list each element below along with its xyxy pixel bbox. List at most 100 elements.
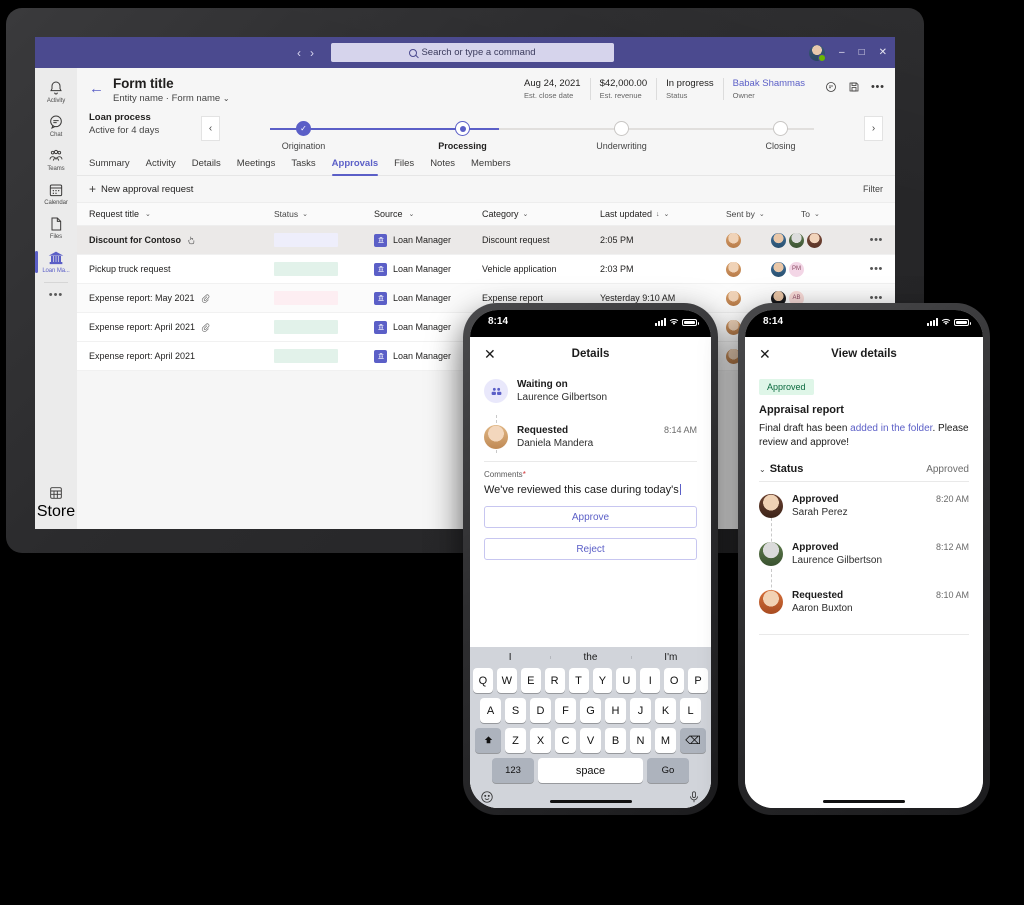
prediction-2[interactable]: the	[550, 652, 630, 663]
back-icon[interactable]: ‹	[297, 46, 301, 60]
key-x[interactable]: X	[530, 728, 551, 753]
key-c[interactable]: C	[555, 728, 576, 753]
sort-arrow-icon[interactable]: ↓	[656, 211, 660, 218]
filter-button[interactable]: Filter	[863, 184, 883, 194]
key-e[interactable]: E	[520, 668, 541, 693]
folder-link[interactable]: added in the folder	[850, 423, 932, 434]
status-section-header[interactable]: ⌄ Status Approved	[745, 449, 983, 481]
row-more-button[interactable]: •••	[870, 263, 883, 275]
key-t[interactable]: T	[568, 668, 589, 693]
go-key[interactable]: Go	[647, 758, 689, 783]
column-header-to[interactable]: To ⌄	[801, 209, 820, 219]
key-q[interactable]: Q	[472, 668, 493, 693]
reject-button[interactable]: Reject	[484, 538, 697, 560]
key-s[interactable]: S	[505, 698, 526, 723]
tab-details[interactable]: Details	[192, 158, 221, 175]
key-l[interactable]: L	[680, 698, 701, 723]
prediction-1[interactable]: I	[470, 652, 550, 663]
stepper-next-button[interactable]: ›	[864, 116, 883, 141]
key-v[interactable]: V	[580, 728, 601, 753]
key-w[interactable]: W	[496, 668, 517, 693]
key-a[interactable]: A	[480, 698, 501, 723]
tab-members[interactable]: Members	[471, 158, 511, 175]
step-processing[interactable]: Processing	[383, 112, 542, 151]
chevron-down-icon[interactable]: ⌄	[302, 210, 308, 218]
key-p[interactable]: P	[688, 668, 709, 693]
comments-input[interactable]: We've reviewed this case during today's	[470, 479, 711, 496]
rail-more-button[interactable]: •••	[49, 285, 64, 305]
sidebar-item-chat[interactable]: Chat	[35, 108, 77, 142]
key-d[interactable]: D	[530, 698, 551, 723]
space-key[interactable]: space	[538, 758, 643, 783]
table-row[interactable]: Pickup truck request Loan Manager Vehicl…	[77, 255, 895, 284]
key-n[interactable]: N	[630, 728, 651, 753]
tab-notes[interactable]: Notes	[430, 158, 455, 175]
sidebar-item-files[interactable]: Files	[35, 210, 77, 244]
chevron-down-icon[interactable]: ⌄	[145, 210, 151, 218]
forward-icon[interactable]: ›	[310, 46, 314, 60]
column-header-status[interactable]: Status ⌄	[274, 209, 374, 219]
emoji-icon[interactable]	[480, 790, 494, 804]
backspace-key[interactable]: ⌫	[680, 728, 706, 753]
numbers-key[interactable]: 123	[492, 758, 534, 783]
save-icon[interactable]	[848, 81, 860, 93]
chevron-down-icon[interactable]: ⌄	[223, 94, 230, 103]
chevron-down-icon[interactable]: ⌄	[759, 210, 765, 218]
minimize-button[interactable]: –	[839, 47, 845, 58]
search-input[interactable]: Search or type a command	[331, 43, 614, 62]
key-z[interactable]: Z	[505, 728, 526, 753]
key-k[interactable]: K	[655, 698, 676, 723]
column-header-request-title[interactable]: Request title ⌄	[89, 209, 274, 219]
sidebar-item-loan-manager[interactable]: Loan Ma...	[35, 244, 77, 278]
meta-owner[interactable]: Babak Shammas Owner	[722, 78, 814, 100]
key-u[interactable]: U	[616, 668, 637, 693]
key-h[interactable]: H	[605, 698, 626, 723]
column-header-sent-by[interactable]: Sent by ⌄	[726, 209, 801, 219]
back-arrow-icon[interactable]: ←	[89, 81, 104, 104]
sidebar-item-store[interactable]: Store	[37, 485, 75, 521]
owner-link[interactable]: Babak Shammas	[733, 78, 805, 89]
key-g[interactable]: G	[580, 698, 601, 723]
tab-tasks[interactable]: Tasks	[291, 158, 315, 175]
chevron-down-icon[interactable]: ⌄	[759, 465, 766, 474]
key-i[interactable]: I	[640, 668, 661, 693]
approve-button[interactable]: Approve	[484, 506, 697, 528]
step-closing[interactable]: Closing	[701, 112, 860, 151]
column-header-source[interactable]: Source ⌄	[374, 209, 482, 219]
key-f[interactable]: F	[555, 698, 576, 723]
key-m[interactable]: M	[655, 728, 676, 753]
chevron-down-icon[interactable]: ⌄	[664, 210, 670, 218]
key-b[interactable]: B	[605, 728, 626, 753]
more-icon[interactable]: •••	[871, 81, 884, 93]
tab-activity[interactable]: Activity	[146, 158, 176, 175]
breadcrumb[interactable]: Entity name · Form name ⌄	[113, 93, 230, 104]
table-row[interactable]: Discount for Contoso Loan Manager Discou…	[77, 226, 895, 255]
microphone-icon[interactable]	[687, 790, 701, 804]
chevron-down-icon[interactable]: ⌄	[523, 210, 529, 218]
key-r[interactable]: R	[544, 668, 565, 693]
window-nav-arrows[interactable]: ‹ ›	[297, 46, 314, 60]
comment-icon[interactable]	[825, 81, 837, 93]
tab-files[interactable]: Files	[394, 158, 414, 175]
key-o[interactable]: O	[664, 668, 685, 693]
close-button[interactable]: ✕	[879, 47, 887, 58]
row-more-button[interactable]: •••	[870, 234, 883, 246]
sidebar-item-teams[interactable]: Teams	[35, 142, 77, 176]
sidebar-item-activity[interactable]: Activity	[35, 74, 77, 108]
tab-approvals[interactable]: Approvals	[331, 158, 379, 176]
shift-key[interactable]	[475, 728, 501, 753]
avatar[interactable]	[809, 44, 826, 62]
chevron-down-icon[interactable]: ⌄	[814, 210, 820, 218]
step-underwriting[interactable]: Underwriting	[542, 112, 701, 151]
new-approval-request-button[interactable]: + New approval request	[89, 183, 193, 195]
tab-summary[interactable]: Summary	[89, 158, 130, 175]
step-origination[interactable]: ✓ Origination	[224, 112, 383, 151]
maximize-button[interactable]: □	[859, 47, 865, 58]
column-header-category[interactable]: Category ⌄	[482, 209, 600, 219]
key-y[interactable]: Y	[592, 668, 613, 693]
sidebar-item-calendar[interactable]: Calendar	[35, 176, 77, 210]
tab-meetings[interactable]: Meetings	[237, 158, 276, 175]
stepper-prev-button[interactable]: ‹	[201, 116, 220, 141]
column-header-last-updated[interactable]: Last updated ↓ ⌄	[600, 209, 726, 219]
chevron-down-icon[interactable]: ⌄	[409, 210, 415, 218]
